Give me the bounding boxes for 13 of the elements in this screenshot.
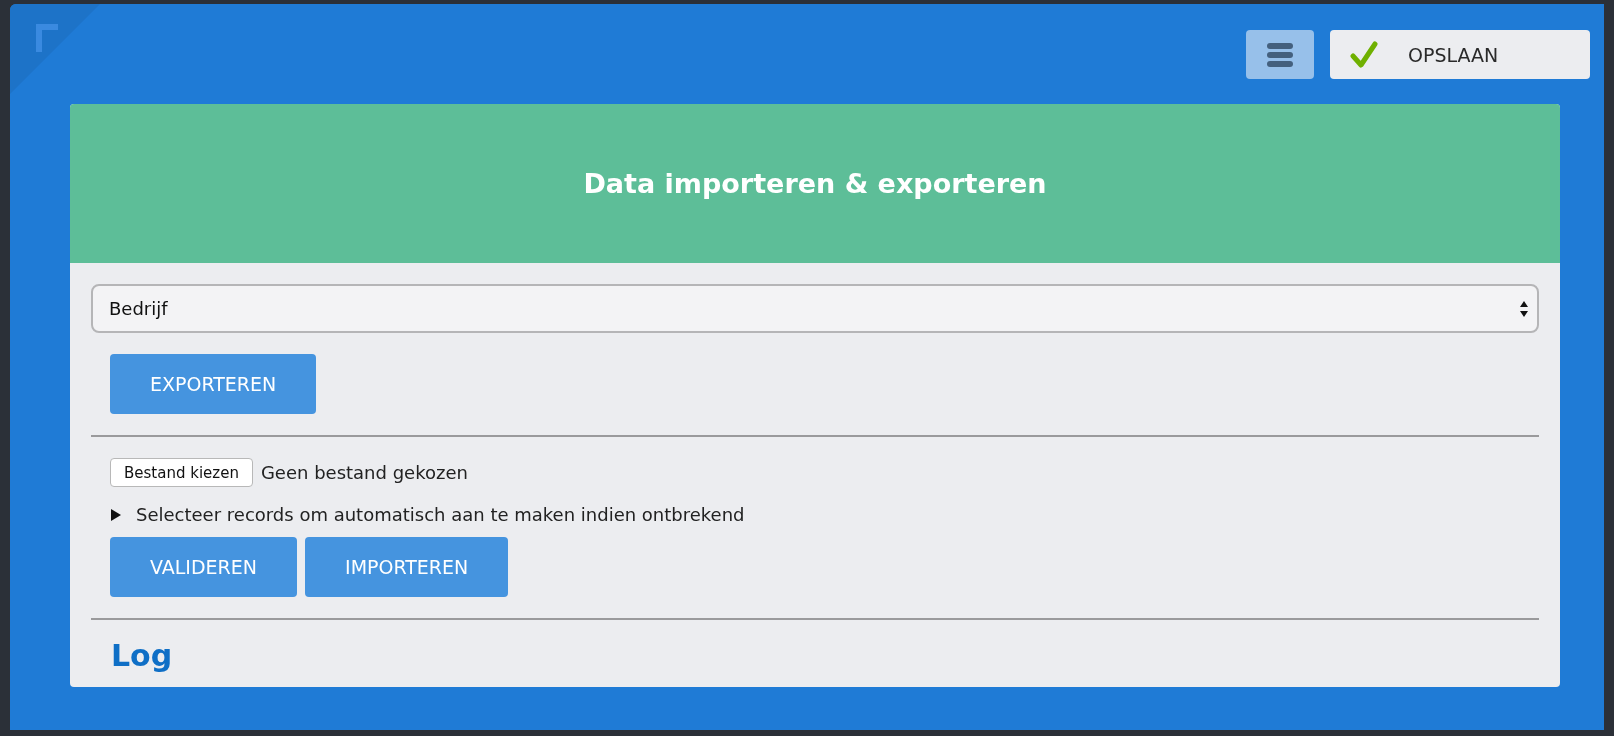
menu-icon — [1267, 42, 1293, 67]
menu-button[interactable] — [1246, 30, 1314, 79]
details-summary[interactable]: Selecteer records om automatisch aan te maken indien ontbrekend — [136, 504, 745, 525]
caret-right-icon[interactable] — [110, 508, 122, 521]
log-heading: Log — [110, 637, 174, 675]
save-button[interactable]: OPSLAAN — [1330, 30, 1590, 79]
corner-logo-icon — [10, 4, 100, 94]
entity-select[interactable]: Bedrijf — [91, 284, 1539, 333]
panel-title: Data importeren & exporteren — [70, 104, 1560, 263]
check-icon — [1350, 40, 1378, 69]
up-down-arrows-icon — [1519, 299, 1529, 318]
choose-file-button[interactable]: Bestand kiezen — [110, 458, 253, 487]
file-status-text: Geen bestand gekozen — [260, 462, 468, 483]
